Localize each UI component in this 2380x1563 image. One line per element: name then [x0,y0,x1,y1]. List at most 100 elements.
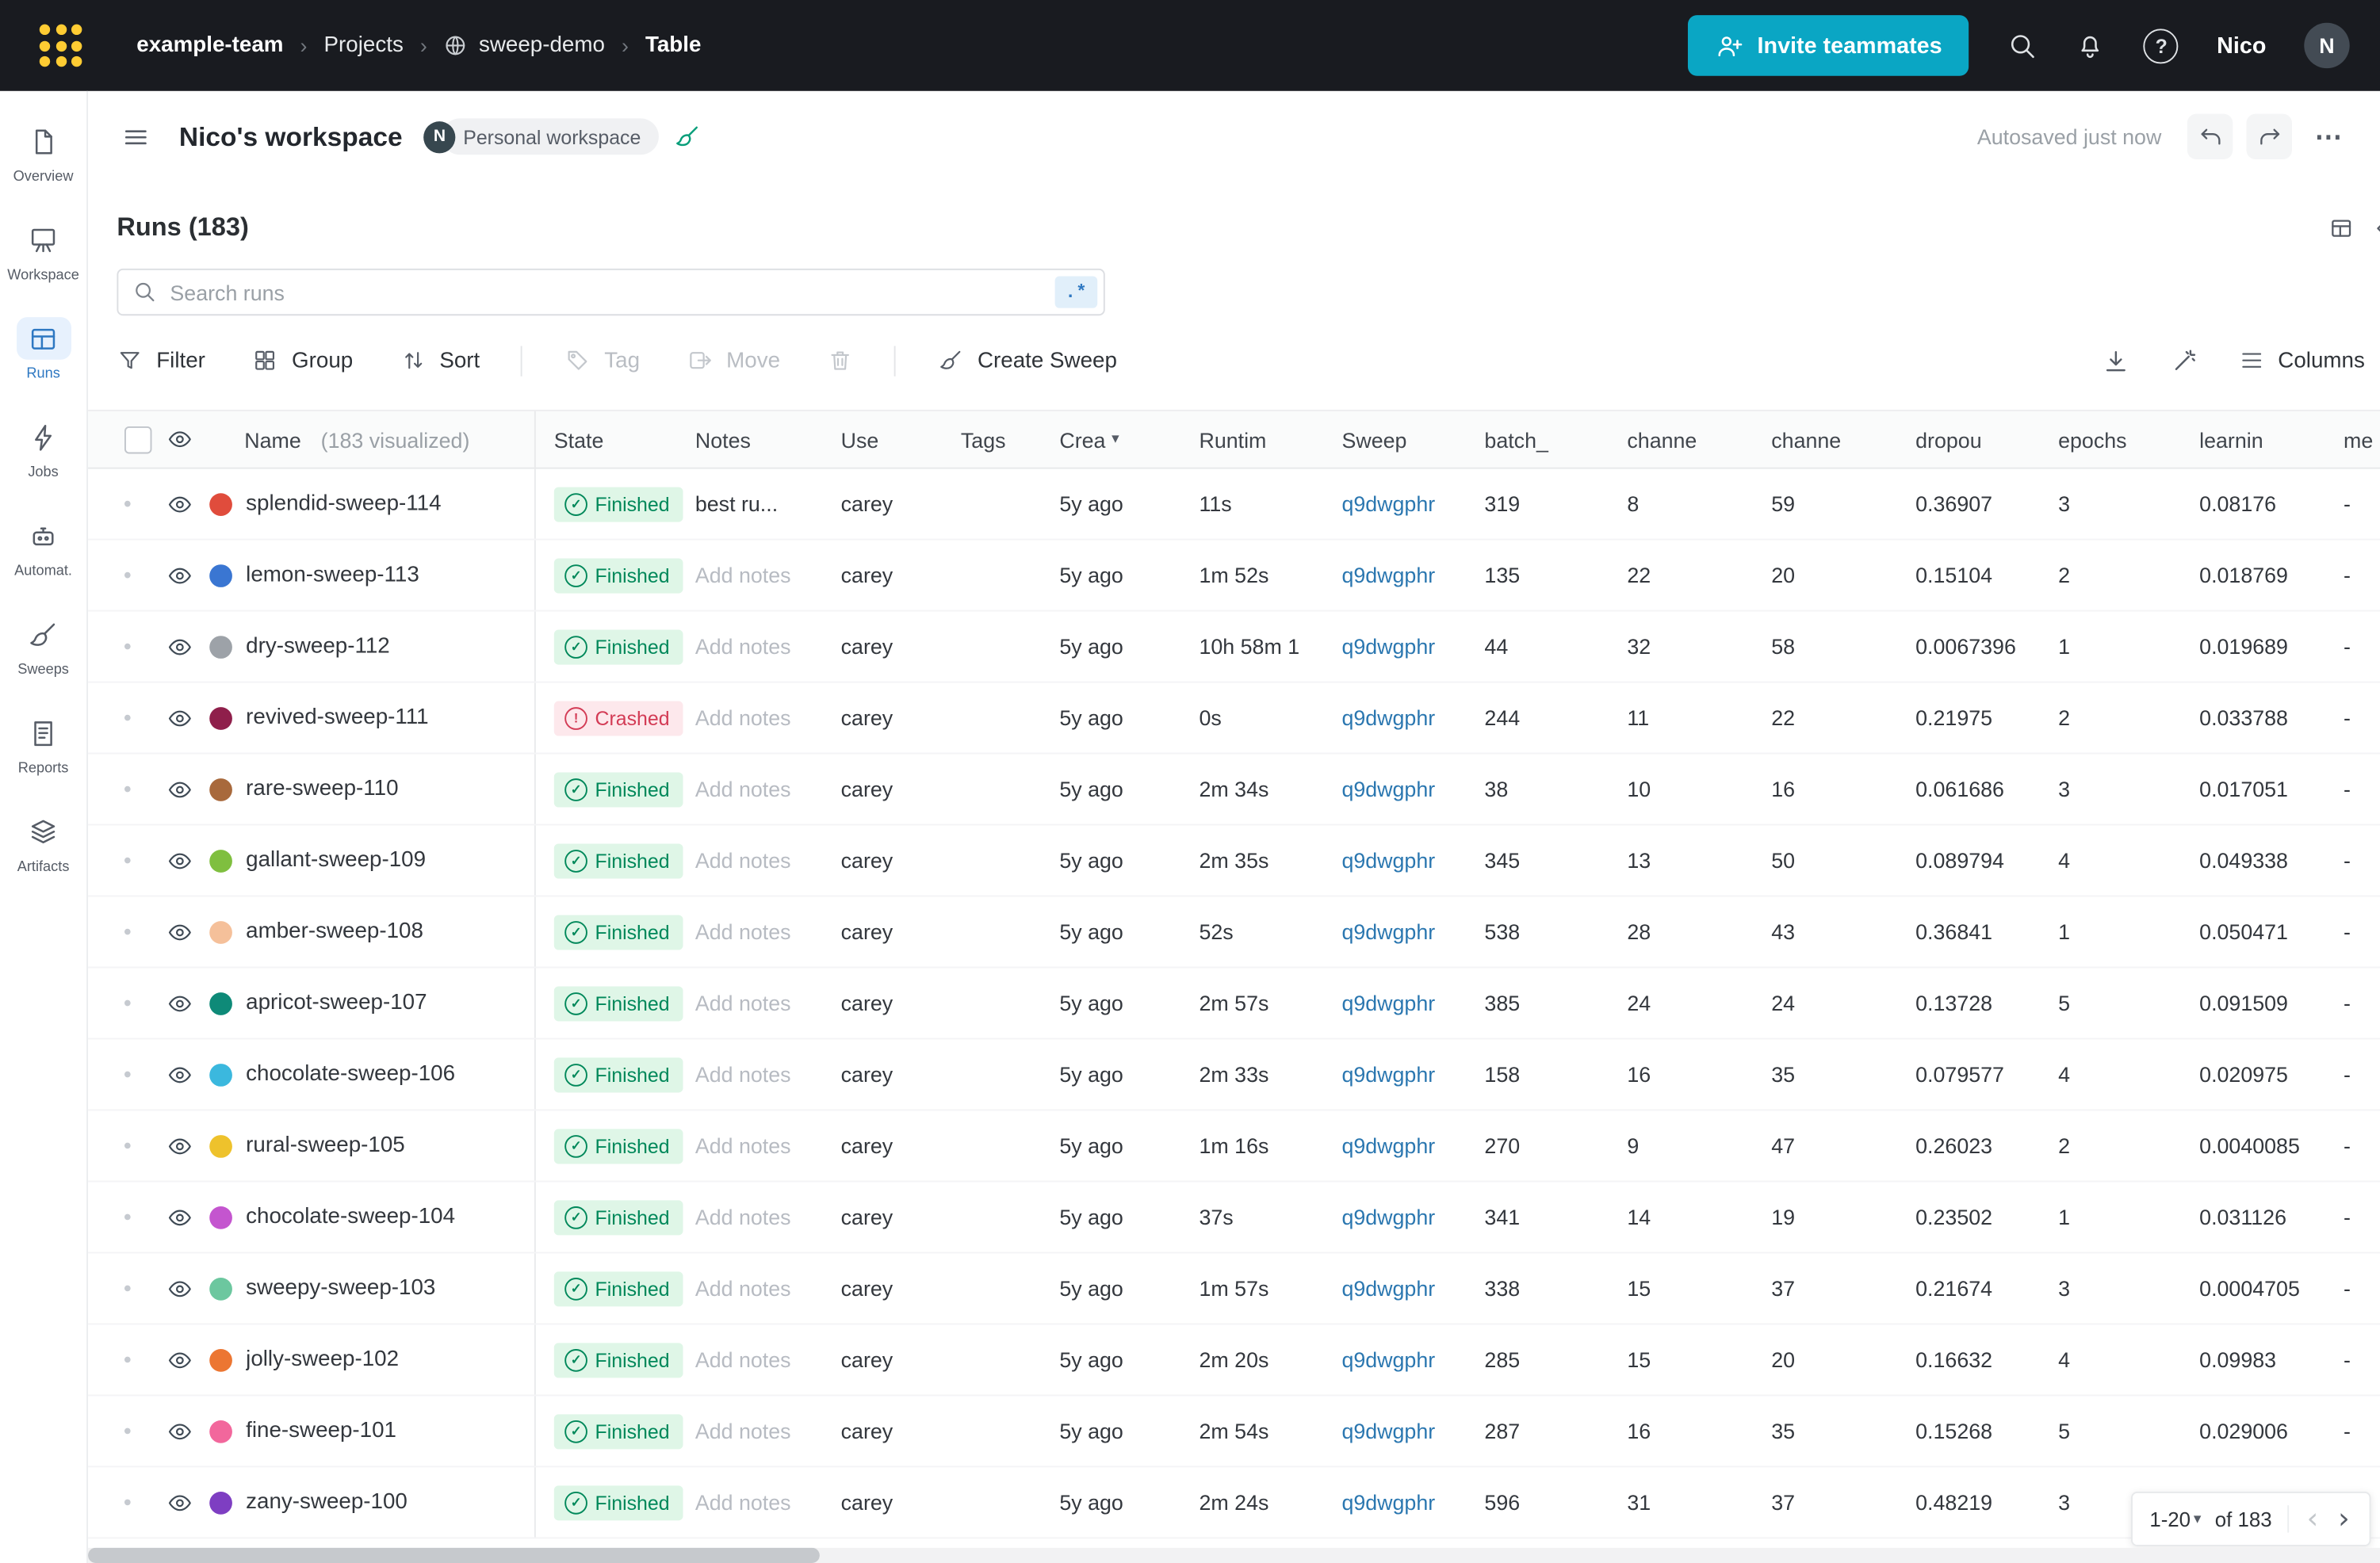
filter-button[interactable]: Filter [117,347,205,373]
regex-toggle-button[interactable]: .* [1054,276,1098,308]
search-runs-input[interactable] [117,268,1105,316]
sweep-link[interactable]: q9dwgphr [1341,848,1435,873]
run-name-link[interactable]: fine-sweep-101 [246,1419,396,1443]
table-row[interactable]: fine-sweep-101 ✓ Finished Add notes care… [88,1396,2380,1468]
sweep-link[interactable]: q9dwgphr [1341,1490,1435,1515]
visibility-eye-icon[interactable] [167,1204,193,1230]
table-row[interactable]: splendid-sweep-114 ✓ Finished best ru...… [88,468,2380,541]
table-row[interactable]: revived-sweep-111 ! Crashed Add notes ca… [88,682,2380,755]
table-row[interactable]: amber-sweep-108 ✓ Finished Add notes car… [88,896,2380,969]
help-icon[interactable]: ? [2144,28,2179,63]
drag-handle[interactable] [124,1142,131,1149]
notes-cell[interactable]: Add notes [695,705,791,730]
visibility-eye-icon[interactable] [167,1347,193,1373]
sidebar-item-reports[interactable]: Reports [0,701,86,791]
drag-handle[interactable] [124,999,131,1007]
visibility-all-eye-icon[interactable] [167,426,193,453]
sidebar-item-overview[interactable]: Overview [0,109,86,199]
invite-teammates-button[interactable]: Invite teammates [1687,15,1970,76]
sweep-link[interactable]: q9dwgphr [1341,777,1435,801]
column-header-sweep[interactable]: Sweep [1330,411,1472,468]
move-button[interactable]: Move [687,347,780,373]
table-row[interactable]: chocolate-sweep-106 ✓ Finished Add notes… [88,1039,2380,1111]
column-header-runtime[interactable]: Runtim [1187,411,1330,468]
notes-cell[interactable]: Add notes [695,848,791,873]
column-header-dropout[interactable]: dropou [1904,411,2046,468]
drag-handle[interactable] [124,857,131,864]
run-name-link[interactable]: sweepy-sweep-103 [246,1276,435,1301]
visibility-eye-icon[interactable] [167,491,193,517]
run-name-link[interactable]: splendid-sweep-114 [246,491,441,516]
sweep-link[interactable]: q9dwgphr [1341,1062,1435,1087]
run-name-link[interactable]: gallant-sweep-109 [246,848,426,873]
visibility-eye-icon[interactable] [167,1275,193,1301]
drag-handle[interactable] [124,643,131,650]
customize-brush-icon[interactable] [674,123,701,150]
visibility-eye-icon[interactable] [167,919,193,945]
run-name-link[interactable]: apricot-sweep-107 [246,991,427,1015]
sweep-link[interactable]: q9dwgphr [1341,919,1435,944]
notes-cell[interactable]: Add notes [695,563,791,587]
run-name-link[interactable]: jolly-sweep-102 [246,1347,399,1372]
table-row[interactable]: lemon-sweep-113 ✓ Finished Add notes car… [88,540,2380,612]
drag-handle[interactable] [124,1356,131,1363]
sweep-link[interactable]: q9dwgphr [1341,563,1435,587]
sidebar-item-artifacts[interactable]: Artifacts [0,800,86,889]
column-header-created[interactable]: Crea ▾ [1047,411,1187,468]
run-name-link[interactable]: revived-sweep-111 [246,705,428,730]
run-name-link[interactable]: rare-sweep-110 [246,777,398,801]
undo-button[interactable] [2187,113,2233,160]
column-header-user[interactable]: Use [828,411,948,468]
table-row[interactable]: apricot-sweep-107 ✓ Finished Add notes c… [88,968,2380,1040]
table-row[interactable]: chocolate-sweep-104 ✓ Finished Add notes… [88,1182,2380,1254]
table-row[interactable]: jolly-sweep-102 ✓ Finished Add notes car… [88,1324,2380,1397]
breadcrumb-projects[interactable]: Projects [324,33,404,58]
sweep-link[interactable]: q9dwgphr [1341,1133,1435,1158]
drag-handle[interactable] [124,1499,131,1506]
column-header-tags[interactable]: Tags [949,411,1047,468]
global-search-icon[interactable] [2007,30,2038,60]
breadcrumb-team[interactable]: example-team [136,33,283,58]
tag-button[interactable]: Tag [564,347,640,373]
hamburger-menu-icon[interactable] [121,122,150,151]
redo-button[interactable] [2246,113,2292,160]
table-row[interactable]: dry-sweep-112 ✓ Finished Add notes carey… [88,611,2380,683]
visibility-eye-icon[interactable] [167,847,193,873]
sweep-link[interactable]: q9dwgphr [1341,634,1435,659]
notes-cell[interactable]: Add notes [695,1276,791,1301]
overflow-menu-button[interactable]: ⋯ [2305,120,2352,152]
notes-cell[interactable]: best ru... [695,491,778,516]
drag-handle[interactable] [124,1285,131,1292]
sidebar-item-jobs[interactable]: Jobs [0,405,86,495]
column-header-batch[interactable]: batch_ [1472,411,1615,468]
run-name-link[interactable]: chocolate-sweep-106 [246,1062,455,1087]
select-all-checkbox[interactable] [124,426,152,453]
visibility-eye-icon[interactable] [167,633,193,659]
table-row[interactable]: sweepy-sweep-103 ✓ Finished Add notes ca… [88,1253,2380,1325]
notes-cell[interactable]: Add notes [695,1490,791,1515]
visibility-eye-icon[interactable] [167,1418,193,1444]
column-header-name[interactable]: Name (183 visualized) [202,411,536,468]
visibility-eye-icon[interactable] [167,990,193,1016]
visibility-eye-icon[interactable] [167,1489,193,1515]
run-name-link[interactable]: lemon-sweep-113 [246,563,419,587]
sort-button[interactable]: Sort [400,347,480,373]
notes-cell[interactable]: Add notes [695,1062,791,1087]
drag-handle[interactable] [124,1427,131,1435]
notes-cell[interactable]: Add notes [695,1205,791,1229]
drag-handle[interactable] [124,714,131,721]
sweep-link[interactable]: q9dwgphr [1341,991,1435,1015]
table-row[interactable]: rural-sweep-105 ✓ Finished Add notes car… [88,1110,2380,1183]
drag-handle[interactable] [124,785,131,793]
wandb-logo[interactable] [39,24,82,67]
table-panel-icon[interactable] [2328,215,2355,241]
prev-page-button[interactable]: ‹ [2304,1504,2321,1533]
drag-handle[interactable] [124,571,131,579]
visibility-eye-icon[interactable] [167,705,193,731]
visibility-eye-icon[interactable] [167,776,193,802]
breadcrumb-page[interactable]: Table [645,33,701,58]
sweep-link[interactable]: q9dwgphr [1341,705,1435,730]
run-name-link[interactable]: amber-sweep-108 [246,919,423,944]
run-name-link[interactable]: chocolate-sweep-104 [246,1205,455,1229]
sweep-link[interactable]: q9dwgphr [1341,491,1435,516]
